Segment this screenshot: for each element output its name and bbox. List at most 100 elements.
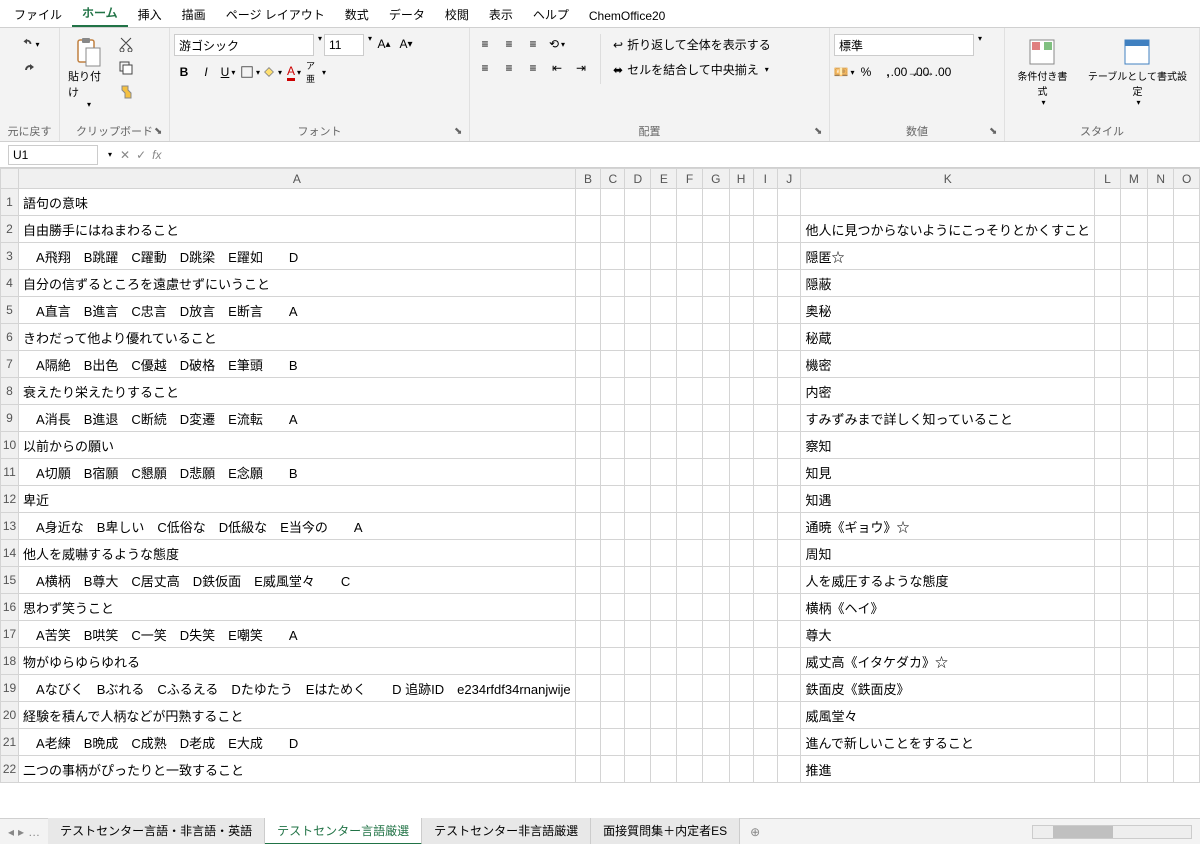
cell-D21[interactable] bbox=[625, 729, 651, 756]
orientation-button[interactable]: ⟲▾ bbox=[546, 34, 568, 54]
cell-L14[interactable] bbox=[1095, 540, 1121, 567]
cell-N3[interactable] bbox=[1148, 243, 1174, 270]
cell-N5[interactable] bbox=[1148, 297, 1174, 324]
cell-L4[interactable] bbox=[1095, 270, 1121, 297]
cell-L11[interactable] bbox=[1095, 459, 1121, 486]
cell-D20[interactable] bbox=[625, 702, 651, 729]
cell-H20[interactable] bbox=[729, 702, 753, 729]
cell-B2[interactable] bbox=[575, 216, 601, 243]
cell-I8[interactable] bbox=[753, 378, 778, 405]
cell-L5[interactable] bbox=[1095, 297, 1121, 324]
cell-E13[interactable] bbox=[651, 513, 677, 540]
cell-J15[interactable] bbox=[778, 567, 801, 594]
col-header-D[interactable]: D bbox=[625, 169, 651, 189]
cell-D5[interactable] bbox=[625, 297, 651, 324]
redo-button[interactable] bbox=[20, 60, 40, 80]
cell-N19[interactable] bbox=[1148, 675, 1174, 702]
row-header-9[interactable]: 9 bbox=[1, 405, 19, 432]
cell-O18[interactable] bbox=[1174, 648, 1200, 675]
cell-C9[interactable] bbox=[601, 405, 625, 432]
cell-O3[interactable] bbox=[1174, 243, 1200, 270]
cell-J10[interactable] bbox=[778, 432, 801, 459]
cell-C10[interactable] bbox=[601, 432, 625, 459]
cell-K21[interactable]: 進んで新しいことをすること bbox=[801, 729, 1095, 756]
font-name-select[interactable] bbox=[174, 34, 314, 56]
col-header-A[interactable]: A bbox=[19, 169, 576, 189]
cell-L20[interactable] bbox=[1095, 702, 1121, 729]
cell-F9[interactable] bbox=[677, 405, 703, 432]
cell-E19[interactable] bbox=[651, 675, 677, 702]
cell-E21[interactable] bbox=[651, 729, 677, 756]
row-header-3[interactable]: 3 bbox=[1, 243, 19, 270]
cell-M7[interactable] bbox=[1120, 351, 1147, 378]
cell-A10[interactable]: 以前からの願い bbox=[19, 432, 576, 459]
cell-D15[interactable] bbox=[625, 567, 651, 594]
underline-button[interactable]: U▾ bbox=[218, 62, 238, 82]
cell-M11[interactable] bbox=[1120, 459, 1147, 486]
cell-B22[interactable] bbox=[575, 756, 601, 783]
cell-B16[interactable] bbox=[575, 594, 601, 621]
row-header-19[interactable]: 19 bbox=[1, 675, 19, 702]
row-header-14[interactable]: 14 bbox=[1, 540, 19, 567]
cell-J5[interactable] bbox=[778, 297, 801, 324]
cell-G19[interactable] bbox=[702, 675, 729, 702]
cell-H21[interactable] bbox=[729, 729, 753, 756]
cell-N12[interactable] bbox=[1148, 486, 1174, 513]
menu-ホーム[interactable]: ホーム bbox=[72, 0, 128, 27]
cell-E16[interactable] bbox=[651, 594, 677, 621]
cell-A5[interactable]: A直言 B進言 C忠言 D放言 E断言 A bbox=[19, 297, 576, 324]
cell-D1[interactable] bbox=[625, 189, 651, 216]
cell-B4[interactable] bbox=[575, 270, 601, 297]
cell-K2[interactable]: 他人に見つからないようにこっそりとかくすこと bbox=[801, 216, 1095, 243]
cell-L17[interactable] bbox=[1095, 621, 1121, 648]
cell-M15[interactable] bbox=[1120, 567, 1147, 594]
cell-I20[interactable] bbox=[753, 702, 778, 729]
cell-C4[interactable] bbox=[601, 270, 625, 297]
cell-B20[interactable] bbox=[575, 702, 601, 729]
cell-I9[interactable] bbox=[753, 405, 778, 432]
cell-H2[interactable] bbox=[729, 216, 753, 243]
cell-I11[interactable] bbox=[753, 459, 778, 486]
cell-G6[interactable] bbox=[702, 324, 729, 351]
cell-O10[interactable] bbox=[1174, 432, 1200, 459]
cell-J20[interactable] bbox=[778, 702, 801, 729]
cell-M21[interactable] bbox=[1120, 729, 1147, 756]
tab-nav-first[interactable]: ◂ bbox=[8, 825, 14, 839]
col-header-G[interactable]: G bbox=[702, 169, 729, 189]
row-header-5[interactable]: 5 bbox=[1, 297, 19, 324]
cell-K15[interactable]: 人を威圧するような態度 bbox=[801, 567, 1095, 594]
increase-indent-button[interactable]: ⇥ bbox=[570, 58, 592, 78]
cell-D17[interactable] bbox=[625, 621, 651, 648]
align-middle-button[interactable]: ≡ bbox=[498, 34, 520, 54]
cell-C19[interactable] bbox=[601, 675, 625, 702]
number-format-select[interactable] bbox=[834, 34, 974, 56]
cell-L13[interactable] bbox=[1095, 513, 1121, 540]
cell-K12[interactable]: 知遇 bbox=[801, 486, 1095, 513]
cell-L22[interactable] bbox=[1095, 756, 1121, 783]
cell-K17[interactable]: 尊大 bbox=[801, 621, 1095, 648]
cell-I13[interactable] bbox=[753, 513, 778, 540]
cell-F18[interactable] bbox=[677, 648, 703, 675]
cell-E11[interactable] bbox=[651, 459, 677, 486]
cell-D12[interactable] bbox=[625, 486, 651, 513]
cell-M17[interactable] bbox=[1120, 621, 1147, 648]
cell-J4[interactable] bbox=[778, 270, 801, 297]
cell-C1[interactable] bbox=[601, 189, 625, 216]
cell-O16[interactable] bbox=[1174, 594, 1200, 621]
row-header-2[interactable]: 2 bbox=[1, 216, 19, 243]
cell-N13[interactable] bbox=[1148, 513, 1174, 540]
cell-F6[interactable] bbox=[677, 324, 703, 351]
formula-input[interactable] bbox=[169, 145, 1192, 165]
cell-G17[interactable] bbox=[702, 621, 729, 648]
alignment-dialog-launcher[interactable]: ⬊ bbox=[814, 126, 826, 138]
cell-L12[interactable] bbox=[1095, 486, 1121, 513]
cell-D13[interactable] bbox=[625, 513, 651, 540]
cell-M1[interactable] bbox=[1120, 189, 1147, 216]
merge-center-button[interactable]: ⬌ セルを結合して中央揃え ▾ bbox=[609, 59, 775, 80]
row-header-20[interactable]: 20 bbox=[1, 702, 19, 729]
cell-D8[interactable] bbox=[625, 378, 651, 405]
fill-color-button[interactable]: ▾ bbox=[262, 62, 282, 82]
cell-K16[interactable]: 横柄《ヘイ》 bbox=[801, 594, 1095, 621]
cancel-formula-button[interactable]: ✕ bbox=[120, 148, 130, 162]
paste-button[interactable]: 貼り付け ▾ bbox=[64, 34, 112, 111]
